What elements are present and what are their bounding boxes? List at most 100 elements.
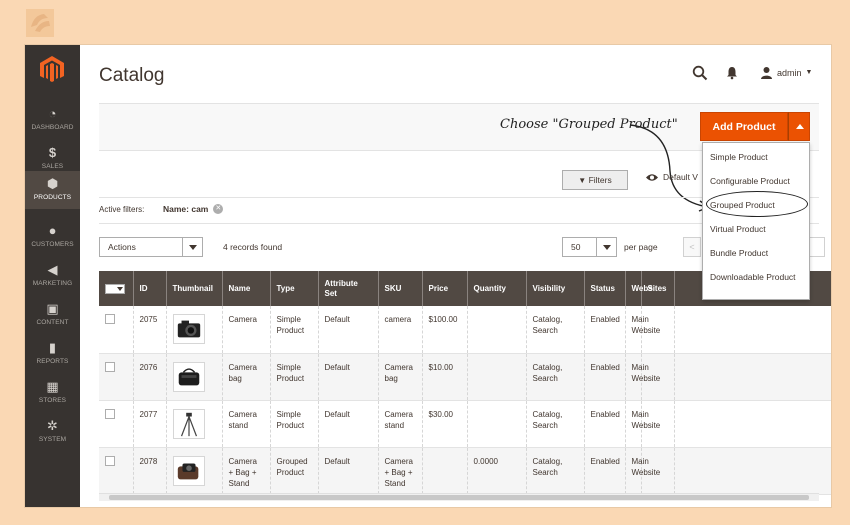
filters-label: Filters (588, 175, 612, 185)
column-header-status[interactable]: Status (584, 271, 626, 306)
funnel-icon: ▼ (578, 176, 587, 185)
search-icon[interactable] (692, 65, 708, 81)
active-filter-value: Name: cam (163, 204, 209, 214)
column-header-id[interactable]: ID (133, 271, 167, 306)
view-switcher[interactable]: Default V (645, 172, 698, 182)
table-row[interactable]: 2075 Camera Simple Product Default camer… (99, 306, 831, 354)
column-header-quantity[interactable]: Quantity (467, 271, 527, 306)
sidebar-item-content[interactable]: ▣ CONTENT (25, 296, 80, 334)
dollar-icon: $ (48, 145, 57, 160)
column-header-visibility[interactable]: Visibility (526, 271, 585, 306)
chevron-down-icon (182, 238, 202, 256)
menu-item-virtual-product[interactable]: Virtual Product (703, 224, 809, 235)
cell-thumbnail (166, 353, 223, 401)
cell-quantity (467, 306, 527, 354)
add-product-menu: Simple Product Configurable Product Grou… (702, 142, 810, 300)
cell-status: Enabled (584, 306, 626, 354)
active-filter-chip: Name: cam ✕ (163, 204, 224, 214)
add-product-button[interactable]: Add Product (700, 112, 788, 141)
sidebar-item-stores[interactable]: ▦ STORES (25, 374, 80, 412)
add-product-toggle-button[interactable] (788, 112, 810, 141)
column-header-price[interactable]: Price (422, 271, 468, 306)
sidebar-item-customers[interactable]: ● CUSTOMERS (25, 218, 80, 256)
menu-item-simple-product[interactable]: Simple Product (703, 152, 809, 163)
admin-sidebar: ◔ DASHBOARD $ SALES ⬢ PRODUCTS ● CUSTOME… (25, 45, 80, 507)
column-header-sku[interactable]: SKU (378, 271, 423, 306)
cell-attribute-set: Default (318, 447, 379, 495)
bar-chart-icon: ▮ (48, 340, 57, 355)
mass-select-header[interactable] (99, 271, 134, 306)
cell-price: $30.00 (422, 400, 468, 448)
cell-attribute-set: Default (318, 353, 379, 401)
row-checkbox[interactable] (105, 314, 115, 324)
column-header-websites[interactable]: Websites (625, 271, 666, 306)
column-header-attribute-set[interactable]: Attribute Set (318, 271, 379, 306)
gear-icon: ✲ (47, 418, 58, 433)
cube-icon: ⬢ (46, 176, 59, 191)
cell-price: $10.00 (422, 353, 468, 401)
mass-select-checkbox[interactable] (105, 283, 125, 294)
active-filters-label: Active filters: (99, 205, 145, 214)
storefront-icon: ▦ (46, 379, 59, 394)
camera-bundle-thumbnail-icon (172, 455, 205, 486)
per-page-value: 50 (571, 242, 581, 252)
cell-price (422, 447, 468, 495)
cell-websites: Main Website (625, 306, 660, 354)
column-header-thumbnail[interactable]: Thumbnail (166, 271, 223, 306)
main-content: Catalog admin ▼ Choose "Grouped Product"… (80, 45, 831, 507)
horizontal-scrollbar[interactable] (99, 493, 819, 501)
table-row[interactable]: 2078 Camera + Bag + Stand Grouped Produc… (99, 447, 831, 495)
cell-id: 2076 (133, 353, 167, 401)
cell-websites: Main Website (625, 447, 660, 495)
user-icon (761, 67, 772, 79)
sidebar-item-dashboard[interactable]: ◔ DASHBOARD (25, 101, 80, 139)
menu-item-downloadable-product[interactable]: Downloadable Product (703, 272, 803, 283)
cell-type: Simple Product (270, 306, 319, 354)
cell-thumbnail (166, 306, 223, 354)
row-checkbox[interactable] (105, 408, 115, 419)
view-label: Default V (663, 172, 698, 182)
remove-filter-icon[interactable]: ✕ (213, 204, 224, 214)
corner-logo-icon (26, 9, 54, 37)
row-checkbox[interactable] (105, 361, 115, 372)
column-header-type[interactable]: Type (270, 271, 319, 306)
cell-thumbnail (166, 400, 223, 448)
column-header-name[interactable]: Name (222, 271, 271, 306)
cell-sku: Camera stand (378, 400, 423, 448)
scrollbar-thumb[interactable] (109, 495, 809, 500)
cell-name: Camera (222, 306, 271, 354)
menu-item-grouped-product[interactable]: Grouped Product (703, 200, 809, 211)
user-menu[interactable]: admin ▼ (760, 66, 812, 79)
sidebar-item-reports[interactable]: ▮ REPORTS (25, 335, 80, 373)
table-row[interactable]: 2077 Camera stand Simple Product Default… (99, 400, 831, 448)
previous-page-button[interactable]: < (683, 237, 701, 257)
page-title: Catalog (99, 65, 165, 86)
per-page-select[interactable]: 50 (562, 237, 617, 257)
mass-actions-select[interactable]: Actions (99, 237, 203, 257)
products-grid: ID Thumbnail Name Type Attribute Set SKU… (99, 271, 831, 495)
cell-sku: Camera + Bag + Stand (378, 447, 423, 495)
menu-item-bundle-product[interactable]: Bundle Product (703, 248, 809, 259)
filters-button[interactable]: ▼ Filters (562, 170, 628, 190)
records-count: 4 records found (223, 242, 283, 252)
cell-status: Enabled (584, 353, 626, 401)
camera-thumbnail-icon (172, 314, 205, 344)
cell-sku: Camera bag (378, 353, 423, 401)
sidebar-item-products[interactable]: ⬢ PRODUCTS (25, 171, 80, 209)
bell-icon[interactable] (725, 66, 739, 80)
sidebar-item-marketing[interactable]: ◀ MARKETING (25, 257, 80, 295)
cell-price: $100.00 (422, 306, 468, 354)
cell-id: 2078 (133, 447, 167, 495)
cell-attribute-set: Default (318, 400, 379, 448)
row-checkbox[interactable] (105, 455, 115, 466)
cell-type: Simple Product (270, 400, 319, 448)
person-icon: ● (48, 223, 57, 238)
magento-logo-icon[interactable] (39, 55, 65, 83)
sidebar-item-system[interactable]: ✲ SYSTEM (25, 413, 80, 451)
cell-websites: Main Website (625, 353, 660, 401)
table-row[interactable]: 2076 Camera bag Simple Product Default C… (99, 353, 831, 401)
menu-item-configurable-product[interactable]: Configurable Product (703, 176, 809, 187)
megaphone-icon: ◀ (47, 262, 58, 277)
cell-visibility: Catalog, Search (526, 306, 585, 354)
admin-window: ◔ DASHBOARD $ SALES ⬢ PRODUCTS ● CUSTOME… (25, 45, 831, 507)
